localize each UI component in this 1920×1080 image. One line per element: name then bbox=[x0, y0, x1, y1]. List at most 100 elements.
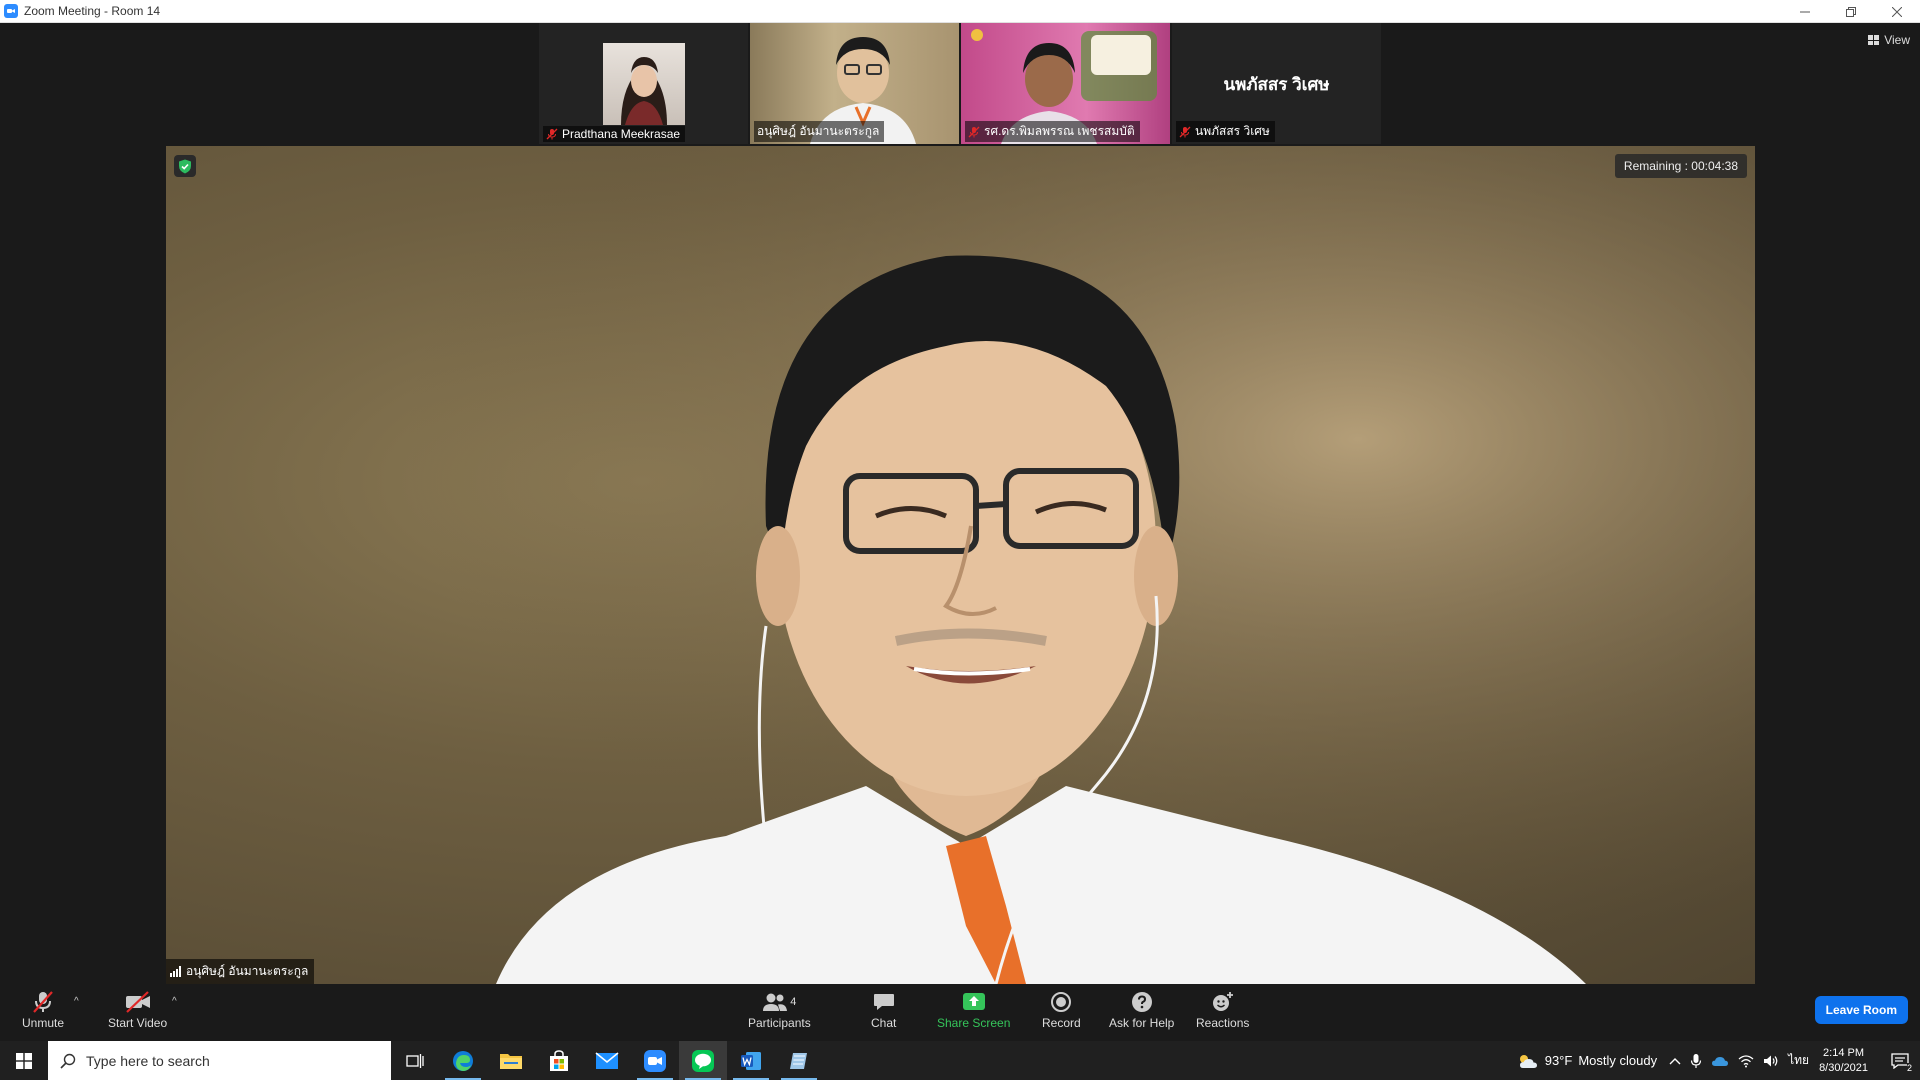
weather-description: Mostly cloudy bbox=[1578, 1053, 1658, 1068]
volume-icon[interactable] bbox=[1763, 1054, 1779, 1068]
store-bag-icon bbox=[550, 1049, 568, 1071]
participant-name-tag: Pradthana Meekrasae bbox=[543, 126, 686, 142]
participant-tile[interactable]: รศ.ดร.พิมลพรรณ เพชรสมบัติ bbox=[961, 23, 1170, 144]
participant-name-tag: อนุศิษฎ์ อันมานะตระกูล bbox=[754, 121, 885, 142]
view-button[interactable]: View bbox=[1868, 33, 1910, 47]
participant-name: Pradthana Meekrasae bbox=[562, 127, 681, 141]
participant-strip: Pradthana Meekrasae อนุศิษฎ์ อันมานะตระก… bbox=[539, 23, 1381, 144]
taskbar-word[interactable] bbox=[727, 1041, 775, 1080]
restore-button[interactable] bbox=[1828, 0, 1874, 23]
chat-label: Chat bbox=[871, 1016, 897, 1030]
task-view-icon bbox=[406, 1053, 424, 1068]
record-label: Record bbox=[1042, 1016, 1081, 1030]
reactions-icon bbox=[1212, 992, 1233, 1011]
taskbar-notes-app[interactable] bbox=[775, 1041, 823, 1080]
line-chat-icon bbox=[692, 1049, 714, 1072]
taskbar-mail[interactable] bbox=[583, 1041, 631, 1080]
window-title-bar: Zoom Meeting - Room 14 bbox=[0, 0, 1920, 23]
partly-cloudy-icon bbox=[1519, 1054, 1537, 1068]
windows-logo-icon bbox=[16, 1052, 32, 1069]
participant-name: รศ.ดร.พิมลพรรณ เพชรสมบัติ bbox=[984, 124, 1135, 138]
participant-name-tag: นพภัสสร วิเศษ bbox=[1176, 121, 1275, 142]
taskbar-clock[interactable]: 2:14 PM 8/30/2021 bbox=[1819, 1046, 1868, 1076]
participant-name: นพภัสสร วิเศษ bbox=[1195, 124, 1270, 138]
leave-room-button[interactable]: Leave Room bbox=[1814, 996, 1908, 1024]
taskbar-microsoft-store[interactable] bbox=[535, 1041, 583, 1080]
speaker-name: อนุศิษฎ์ อันมานะตระกูล bbox=[186, 964, 309, 978]
weather-widget[interactable]: 93°F Mostly cloudy bbox=[1517, 1053, 1657, 1069]
taskbar-edge[interactable] bbox=[439, 1041, 487, 1080]
mic-muted-icon bbox=[1179, 126, 1191, 137]
participant-tile-active[interactable]: อนุศิษฎ์ อันมานะตระกูล bbox=[750, 23, 959, 144]
word-icon bbox=[741, 1051, 761, 1070]
speaker-video-frame bbox=[166, 146, 1755, 984]
input-language-indicator[interactable]: ไทย bbox=[1788, 1051, 1809, 1070]
participants-button[interactable]: 4 Participants bbox=[748, 990, 811, 1030]
breakout-remaining-timer: Remaining : 00:04:38 bbox=[1614, 154, 1747, 178]
participants-label: Participants bbox=[748, 1016, 811, 1030]
share-screen-button[interactable]: Share Screen bbox=[937, 990, 1010, 1030]
ask-for-help-label: Ask for Help bbox=[1109, 1016, 1175, 1030]
main-speaker-video[interactable]: Remaining : 00:04:38 อนุศิษฎ์ อันมานะตระ… bbox=[166, 146, 1755, 984]
search-placeholder: Type here to search bbox=[86, 1052, 210, 1069]
weather-temperature: 93°F bbox=[1544, 1053, 1573, 1068]
taskbar-zoom[interactable] bbox=[631, 1041, 679, 1080]
task-view-button[interactable] bbox=[391, 1041, 439, 1080]
view-button-label: View bbox=[1884, 33, 1910, 47]
close-button[interactable] bbox=[1874, 0, 1920, 23]
start-video-label: Start Video bbox=[108, 1016, 168, 1030]
unmute-button[interactable]: Unmute bbox=[22, 990, 64, 1030]
notes-app-icon bbox=[790, 1052, 807, 1069]
reactions-button[interactable]: Reactions bbox=[1196, 990, 1249, 1030]
minimize-icon bbox=[1800, 11, 1810, 12]
chat-button[interactable]: Chat bbox=[871, 990, 896, 1030]
search-icon bbox=[60, 1053, 76, 1069]
start-video-button[interactable]: Start Video bbox=[108, 990, 167, 1030]
wifi-icon[interactable] bbox=[1738, 1054, 1754, 1068]
mic-muted-icon bbox=[546, 128, 558, 140]
participant-tile[interactable]: Pradthana Meekrasae bbox=[539, 23, 748, 144]
taskbar-search-box[interactable]: Type here to search bbox=[48, 1041, 391, 1080]
reactions-label: Reactions bbox=[1196, 1016, 1250, 1030]
clock-time: 2:14 PM bbox=[1823, 1046, 1865, 1059]
microphone-icon[interactable] bbox=[1690, 1053, 1702, 1069]
audio-options-caret[interactable]: ^ bbox=[74, 996, 79, 1007]
help-icon bbox=[1131, 992, 1152, 1012]
restore-icon bbox=[1846, 6, 1856, 17]
close-icon bbox=[1892, 6, 1902, 17]
mic-muted-icon bbox=[968, 126, 980, 137]
window-title: Zoom Meeting - Room 14 bbox=[24, 4, 161, 18]
participant-display-name: นพภัสสร วิเศษ bbox=[1223, 75, 1330, 94]
speaker-name-tag: อนุศิษฎ์ อันมานะตระกูล bbox=[166, 959, 315, 984]
system-tray: 93°F Mostly cloudy ไทย 2:14 PM 8/30/2021… bbox=[1517, 1041, 1920, 1080]
onedrive-cloud-icon[interactable] bbox=[1711, 1055, 1729, 1067]
participants-count: 4 bbox=[790, 996, 797, 1008]
participant-tile-no-video[interactable]: นพภัสสร วิเศษ นพภัสสร วิเศษ bbox=[1172, 23, 1381, 144]
chat-icon bbox=[873, 994, 894, 1010]
windows-taskbar: Type here to search 93°F Mostly cloudy ไ… bbox=[0, 1041, 1920, 1080]
start-button[interactable] bbox=[0, 1041, 48, 1080]
notification-count: 2 bbox=[1906, 1063, 1912, 1073]
meeting-toolbar: Unmute ^ Start Video ^ 4 Participants Ch… bbox=[0, 984, 1920, 1041]
video-options-caret[interactable]: ^ bbox=[172, 996, 177, 1007]
video-off-icon bbox=[125, 991, 150, 1013]
participant-video bbox=[603, 43, 685, 125]
grid-view-icon bbox=[1868, 35, 1880, 45]
record-button[interactable]: Record bbox=[1042, 990, 1081, 1030]
taskbar-file-explorer[interactable] bbox=[487, 1041, 535, 1080]
zoom-icon bbox=[644, 1049, 666, 1072]
action-center-button[interactable]: 2 bbox=[1880, 1041, 1920, 1080]
edge-browser-icon bbox=[453, 1050, 473, 1071]
file-explorer-icon bbox=[500, 1053, 522, 1069]
chevron-up-icon[interactable] bbox=[1669, 1056, 1681, 1066]
taskbar-line[interactable] bbox=[679, 1041, 727, 1080]
participant-name: อนุศิษฎ์ อันมานะตระกูล bbox=[757, 124, 880, 138]
mail-icon bbox=[595, 1051, 619, 1069]
meeting-area: View Pradthana Meekrasae อนุศิษฎ์ อันมาน… bbox=[0, 23, 1920, 984]
minimize-button[interactable] bbox=[1782, 0, 1828, 23]
mic-muted-icon bbox=[33, 991, 53, 1013]
ask-for-help-button[interactable]: Ask for Help bbox=[1109, 990, 1174, 1030]
participant-name-tag: รศ.ดร.พิมลพรรณ เพชรสมบัติ bbox=[965, 121, 1140, 142]
security-shield-icon[interactable] bbox=[174, 155, 196, 177]
zoom-app-icon bbox=[4, 4, 18, 18]
